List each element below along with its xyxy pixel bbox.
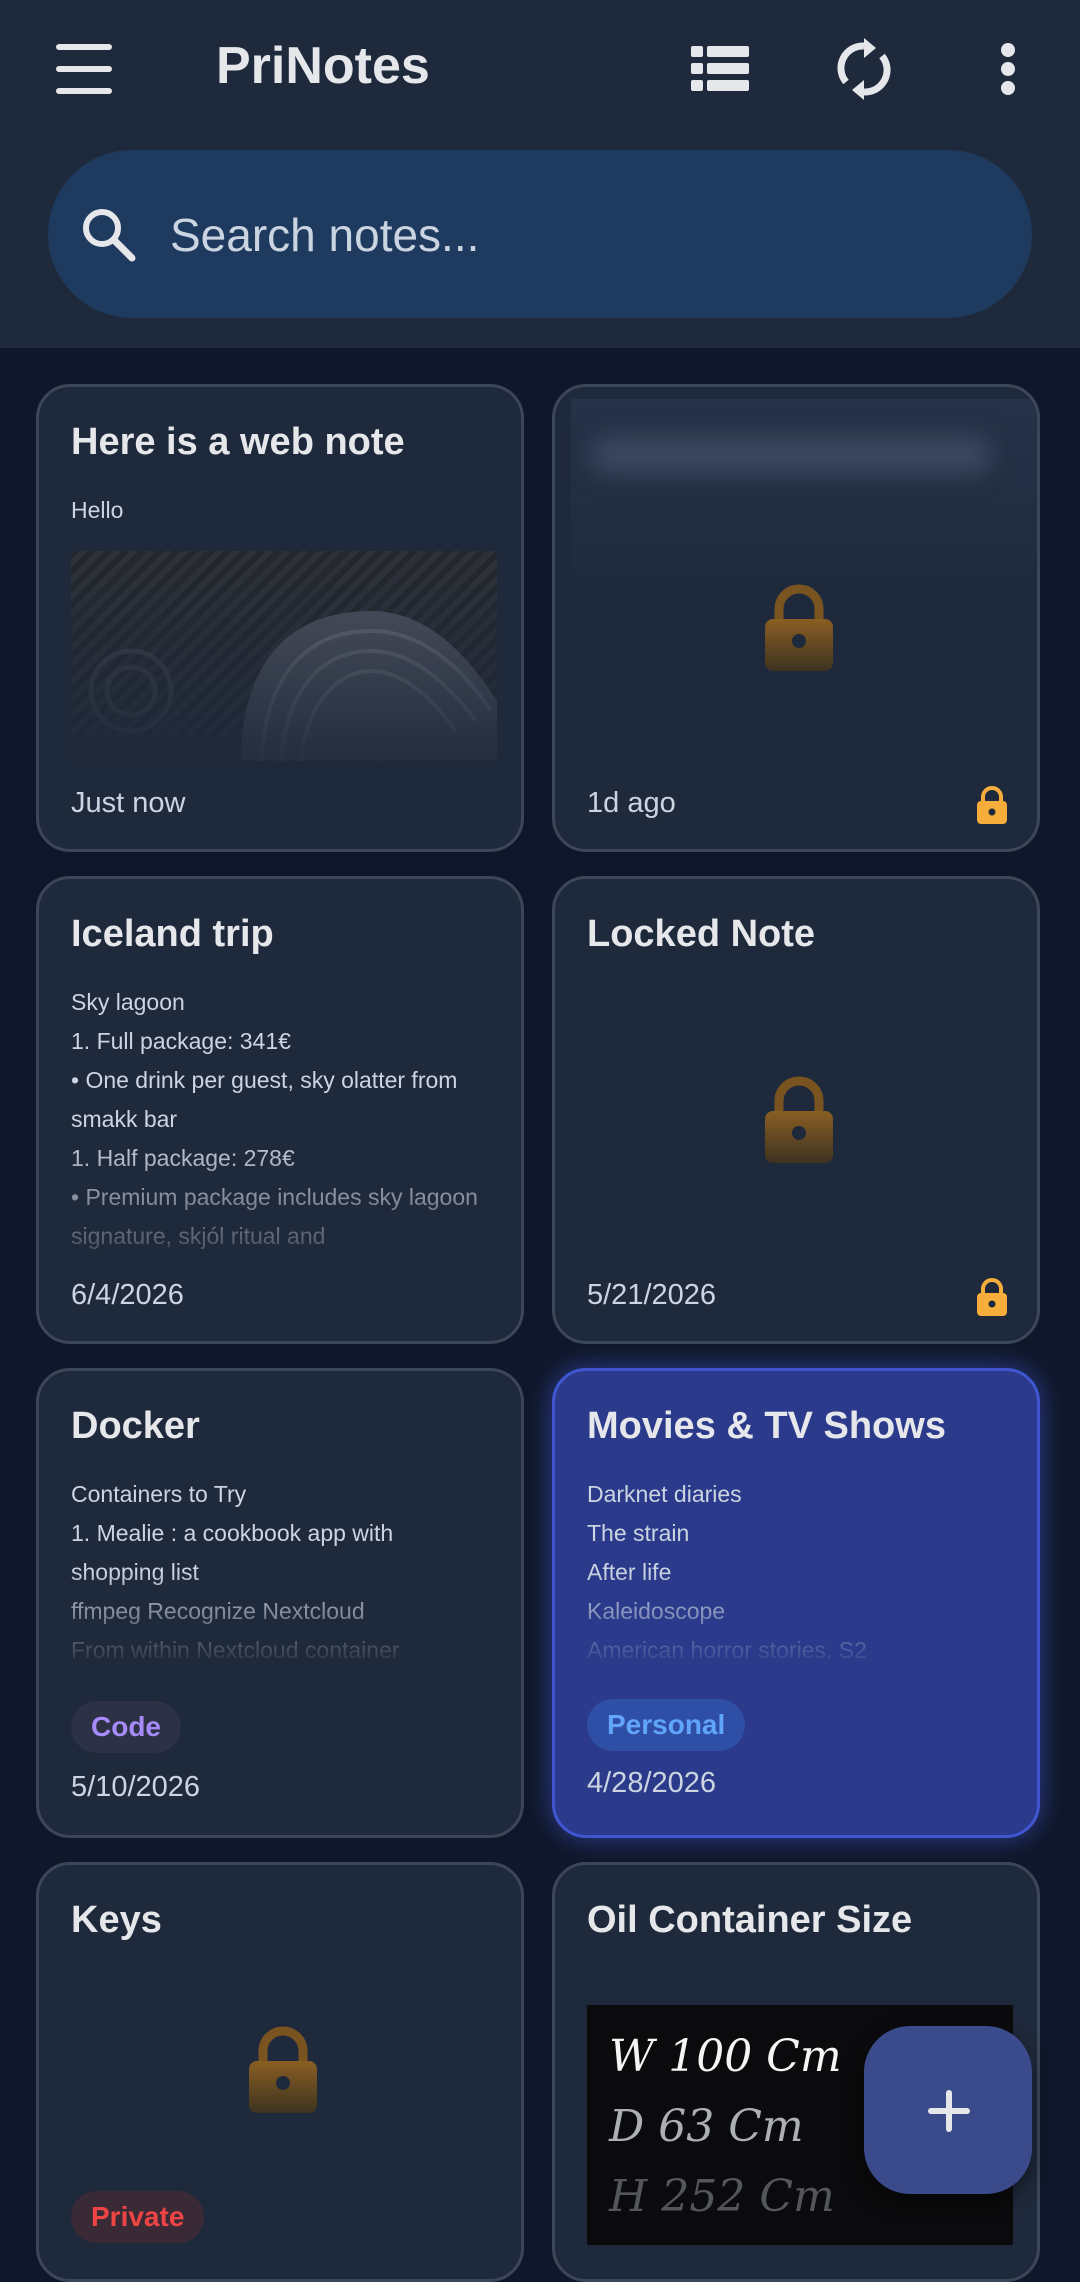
sync-icon[interactable] — [824, 34, 904, 104]
blurred-preview — [571, 399, 1037, 579]
note-preview: Darknet diaries The strain After life Ka… — [587, 1481, 867, 1663]
note-title: Keys — [71, 1899, 162, 1941]
note-card[interactable]: Keys Private — [36, 1862, 524, 2282]
note-card[interactable]: Docker Containers to Try 1. Mealie : a c… — [36, 1368, 524, 1838]
note-title: Docker — [71, 1405, 200, 1447]
note-date: Just now — [71, 787, 186, 819]
tag-badge[interactable]: Personal — [587, 1699, 746, 1751]
note-date: 1d ago — [587, 787, 676, 819]
add-note-button[interactable] — [864, 2026, 1032, 2194]
note-date: 5/21/2026 — [587, 1279, 717, 1311]
lock-icon — [765, 584, 833, 671]
note-date: 5/10/2026 — [71, 1771, 201, 1803]
list-view-icon[interactable] — [680, 34, 760, 104]
note-card[interactable]: Here is a web note Hello Just now — [36, 384, 524, 852]
search-input[interactable] — [168, 190, 992, 280]
note-card[interactable]: 1d ago — [552, 384, 1040, 852]
note-preview: Sky lagoon 1. Full package: 341€ • One d… — [71, 989, 478, 1249]
note-title: Locked Note — [587, 913, 816, 955]
more-vertical-icon[interactable] — [968, 34, 1048, 104]
note-title: Here is a web note — [71, 421, 405, 463]
tag-badge[interactable]: Private — [71, 2191, 205, 2243]
note-preview: Hello — [71, 497, 124, 523]
note-card[interactable]: Locked Note 5/21/2026 — [552, 876, 1040, 1344]
app-bar: PriNotes — [0, 0, 1080, 348]
note-title: Iceland trip — [71, 913, 274, 955]
note-card[interactable]: Iceland trip Sky lagoon 1. Full package:… — [36, 876, 524, 1344]
hamburger-menu-icon[interactable] — [56, 44, 112, 94]
search-icon — [83, 209, 136, 262]
search-bar[interactable] — [48, 150, 1032, 318]
lock-icon — [765, 1076, 833, 1163]
tag-badge[interactable]: Code — [71, 1701, 181, 1753]
note-title: Movies & TV Shows — [587, 1405, 946, 1447]
app-title: PriNotes — [216, 37, 430, 95]
note-title: Oil Container Size — [587, 1899, 913, 1941]
lock-icon — [977, 1278, 1007, 1316]
note-date: 6/4/2026 — [71, 1279, 184, 1311]
note-date: 4/28/2026 — [587, 1767, 717, 1799]
note-card[interactable]: Movies & TV Shows Darknet diaries The st… — [552, 1368, 1040, 1838]
lock-icon — [977, 786, 1007, 824]
note-preview: Containers to Try 1. Mealie : a cookbook… — [71, 1481, 400, 1663]
note-image — [71, 551, 497, 761]
lock-icon — [249, 2026, 317, 2113]
